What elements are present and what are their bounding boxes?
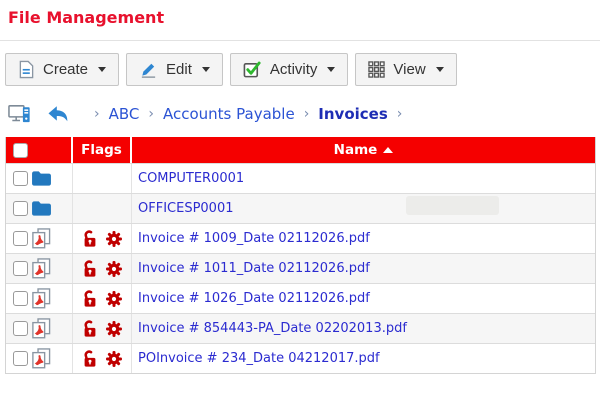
unlocked-icon[interactable] bbox=[81, 350, 99, 368]
workstation-icon[interactable] bbox=[8, 103, 33, 125]
breadcrumb-separator: › bbox=[94, 106, 100, 122]
breadcrumb-item-invoices[interactable]: Invoices bbox=[318, 105, 387, 123]
gear-icon[interactable] bbox=[105, 350, 123, 368]
file-link[interactable]: POInvoice # 234_Date 04212017.pdf bbox=[138, 351, 380, 366]
breadcrumb-item-accounts-payable[interactable]: Accounts Payable bbox=[163, 105, 295, 123]
activity-button[interactable]: Activity bbox=[229, 53, 349, 86]
folder-icon bbox=[31, 200, 52, 217]
table-row: Invoice # 1026_Date 02112026.pdf bbox=[6, 283, 595, 313]
unlocked-icon[interactable] bbox=[81, 290, 99, 308]
chevron-down-icon bbox=[327, 67, 336, 72]
new-document-icon bbox=[18, 60, 35, 79]
chevron-down-icon bbox=[98, 67, 107, 72]
create-button-label: Create bbox=[43, 61, 89, 78]
unlocked-icon[interactable] bbox=[81, 260, 99, 278]
flags-column-header[interactable]: Flags bbox=[73, 137, 132, 163]
gear-icon[interactable] bbox=[105, 260, 123, 278]
breadcrumb-item-abc[interactable]: ABC bbox=[109, 105, 140, 123]
edit-button[interactable]: Edit bbox=[126, 53, 223, 86]
table-row: Invoice # 854443-PA_Date 02202013.pdf bbox=[6, 313, 595, 343]
activity-button-label: Activity bbox=[269, 61, 318, 78]
folder-link[interactable]: COMPUTER0001 bbox=[138, 171, 244, 186]
row-checkbox[interactable] bbox=[13, 321, 28, 336]
tooltip-shadow-artifact bbox=[406, 196, 499, 215]
name-column-header[interactable]: Name bbox=[132, 137, 595, 163]
sort-ascending-icon bbox=[383, 147, 394, 153]
pdf-file-icon bbox=[31, 318, 52, 339]
file-link[interactable]: Invoice # 1009_Date 02112026.pdf bbox=[138, 231, 370, 246]
pdf-file-icon bbox=[31, 348, 52, 369]
breadcrumb-separator: › bbox=[303, 106, 310, 122]
checked-checkbox-icon bbox=[243, 60, 262, 79]
pdf-file-icon bbox=[31, 288, 52, 309]
table-header-row: Flags Name bbox=[6, 137, 595, 163]
table-row: POInvoice # 234_Date 04212017.pdf bbox=[6, 343, 595, 373]
file-link[interactable]: Invoice # 854443-PA_Date 02202013.pdf bbox=[138, 321, 407, 336]
page-title: File Management bbox=[8, 8, 165, 27]
row-checkbox[interactable] bbox=[13, 201, 28, 216]
pdf-file-icon bbox=[31, 258, 52, 279]
view-button[interactable]: View bbox=[355, 53, 457, 86]
chevron-down-icon bbox=[201, 67, 210, 72]
gear-icon[interactable] bbox=[105, 230, 123, 248]
view-button-label: View bbox=[393, 61, 426, 78]
file-link[interactable]: Invoice # 1011_Date 02112026.pdf bbox=[138, 261, 370, 276]
unlocked-icon[interactable] bbox=[81, 230, 99, 248]
unlocked-icon[interactable] bbox=[81, 320, 99, 338]
folder-link[interactable]: OFFICESP0001 bbox=[138, 201, 234, 216]
breadcrumb: › ABC › Accounts Payable › Invoices › bbox=[8, 102, 600, 126]
grid-icon bbox=[368, 61, 386, 78]
folder-icon bbox=[31, 170, 52, 187]
table-row: Invoice # 1009_Date 02112026.pdf bbox=[6, 223, 595, 253]
file-table: Flags Name COMPUTER0001 OFFICESP0001 Inv… bbox=[5, 137, 596, 374]
table-row: Invoice # 1011_Date 02112026.pdf bbox=[6, 253, 595, 283]
row-checkbox[interactable] bbox=[13, 351, 28, 366]
name-column-header-label: Name bbox=[333, 142, 378, 158]
row-checkbox[interactable] bbox=[13, 291, 28, 306]
file-link[interactable]: Invoice # 1026_Date 02112026.pdf bbox=[138, 291, 370, 306]
select-all-checkbox[interactable] bbox=[13, 142, 28, 158]
breadcrumb-separator: › bbox=[396, 106, 403, 122]
row-checkbox[interactable] bbox=[13, 231, 28, 246]
pencil-icon bbox=[139, 60, 158, 79]
table-row: COMPUTER0001 bbox=[6, 163, 595, 193]
toolbar: Create Edit Activity View bbox=[5, 53, 600, 86]
gear-icon[interactable] bbox=[105, 320, 123, 338]
gear-icon[interactable] bbox=[105, 290, 123, 308]
breadcrumb-separator: › bbox=[148, 106, 154, 122]
row-checkbox[interactable] bbox=[13, 261, 28, 276]
pdf-file-icon bbox=[31, 228, 52, 249]
back-arrow-icon[interactable] bbox=[47, 105, 69, 123]
table-row: OFFICESP0001 bbox=[6, 193, 595, 223]
edit-button-label: Edit bbox=[166, 61, 192, 78]
chevron-down-icon bbox=[435, 67, 444, 72]
title-divider bbox=[0, 40, 600, 41]
select-all-header-cell bbox=[6, 137, 73, 163]
row-checkbox[interactable] bbox=[13, 171, 28, 186]
create-button[interactable]: Create bbox=[5, 53, 120, 86]
